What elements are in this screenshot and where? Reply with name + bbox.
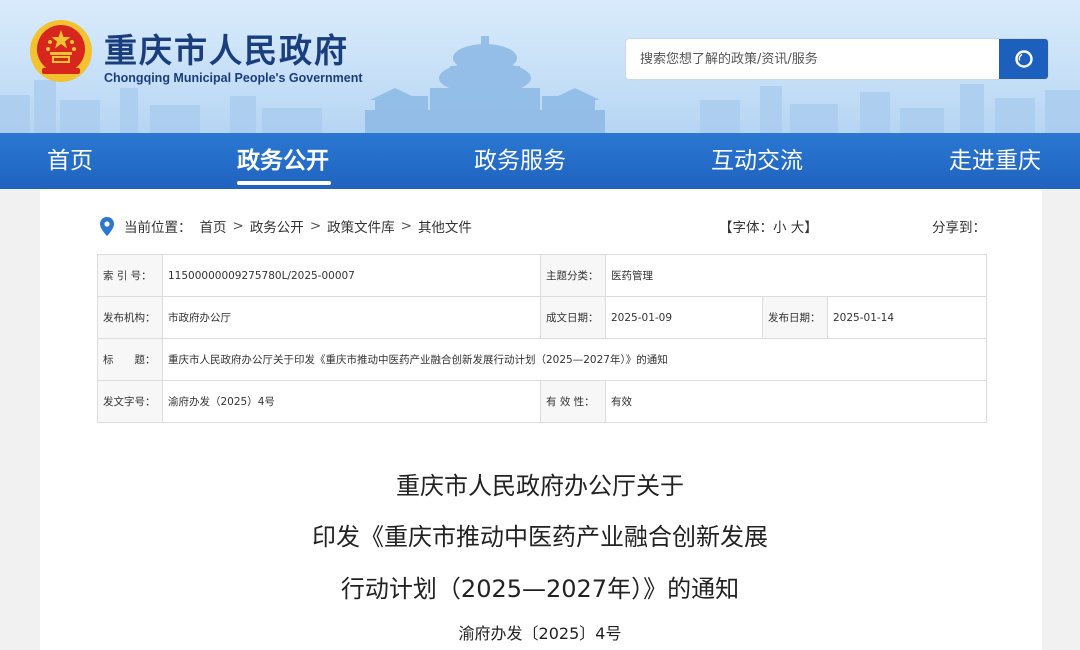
index-number-value: 11500000009275780L/2025-00007 (162, 254, 541, 297)
breadcrumb-item-other-files[interactable]: 其他文件 (418, 216, 472, 236)
breadcrumb-separator: > (400, 218, 412, 234)
document-number-label: 发文字号： (97, 380, 163, 423)
main-nav: 首页 政务公开 政务服务 互动交流 走进重庆 (0, 133, 1080, 189)
site-title[interactable]: 重庆市人民政府 (104, 24, 349, 72)
document-title-line-1: 重庆市人民政府办公厅关于 (396, 472, 684, 500)
table-row: 发布机构： 市政府办公厅 成文日期： 2025-01-09 发布日期： 2025… (97, 296, 988, 339)
breadcrumb-prefix: 当前位置： (124, 220, 192, 236)
written-date-label: 成文日期： (540, 296, 606, 339)
site-subtitle: Chongqing Municipal People's Government (104, 71, 363, 85)
breadcrumb-separator: > (309, 218, 322, 234)
published-date-value: 2025-01-14 (826, 296, 988, 339)
written-date-value: 2025-01-09 (605, 296, 763, 339)
breadcrumb-separator: > (232, 218, 244, 234)
font-size-small-button[interactable]: 小 (773, 220, 787, 236)
published-date-label: 发布日期： (762, 296, 828, 339)
title-label: 标 题： (97, 338, 163, 381)
document-title-line-3: 行动计划（2025—2027年）》的通知 (340, 575, 740, 603)
nav-active-indicator (237, 181, 331, 185)
nav-item-interaction[interactable]: 互动交流 (711, 133, 803, 189)
national-emblem-icon (30, 20, 92, 82)
nav-item-government-services[interactable]: 政务服务 (474, 133, 566, 189)
title-value: 重庆市人民政府办公厅关于印发《重庆市推动中医药产业融合创新发展行动计划（2025… (161, 338, 988, 381)
issuer-label: 发布机构： (97, 296, 163, 339)
category-value: 医药管理 (604, 254, 988, 297)
breadcrumb: 当前位置： 首页 > 政务公开 > 政策文件库 > 其他文件 (100, 216, 472, 236)
font-size-control: 【字体：小 大】 (719, 216, 818, 236)
breadcrumb-item-government-affairs[interactable]: 政务公开 (250, 216, 304, 236)
font-size-large-button[interactable]: 大 (791, 220, 805, 236)
search-icon (1014, 50, 1033, 68)
document-metadata-table: 索 引 号： 11500000009275780L/2025-00007 主题分… (97, 254, 988, 423)
validity-value: 有效 (604, 380, 988, 423)
document-title-line-2: 印发《重庆市推动中医药产业融合创新发展 (312, 523, 768, 551)
search-box (625, 38, 1049, 80)
font-size-prefix: 【字体： (719, 220, 773, 236)
share-label: 分享到： (932, 220, 986, 236)
document-number: 渝府办发〔2025〕4号 (458, 624, 622, 643)
search-button[interactable] (999, 39, 1048, 79)
header-banner: 重庆市人民政府 Chongqing Municipal People's Gov… (0, 0, 1080, 133)
nav-item-about-chongqing[interactable]: 走进重庆 (949, 133, 1041, 189)
table-row: 标 题： 重庆市人民政府办公厅关于印发《重庆市推动中医药产业融合创新发展行动计划… (97, 338, 988, 381)
index-number-label: 索 引 号： (97, 254, 163, 297)
font-size-suffix: 】 (804, 220, 818, 236)
table-row: 索 引 号： 11500000009275780L/2025-00007 主题分… (97, 254, 988, 297)
nav-item-home[interactable]: 首页 (47, 133, 93, 189)
issuer-value: 市政府办公厅 (162, 296, 541, 339)
location-pin-icon (100, 216, 114, 236)
search-input[interactable] (626, 39, 1000, 79)
table-row: 发文字号： 渝府办发（2025）4号 有 效 性： 有效 (97, 380, 988, 423)
validity-label: 有 效 性： (540, 380, 606, 423)
breadcrumb-item-home[interactable]: 首页 (200, 216, 227, 236)
breadcrumb-item-policy-library[interactable]: 政策文件库 (327, 216, 395, 236)
document-number-value: 渝府办发（2025）4号 (162, 380, 541, 423)
category-label: 主题分类： (540, 254, 606, 297)
